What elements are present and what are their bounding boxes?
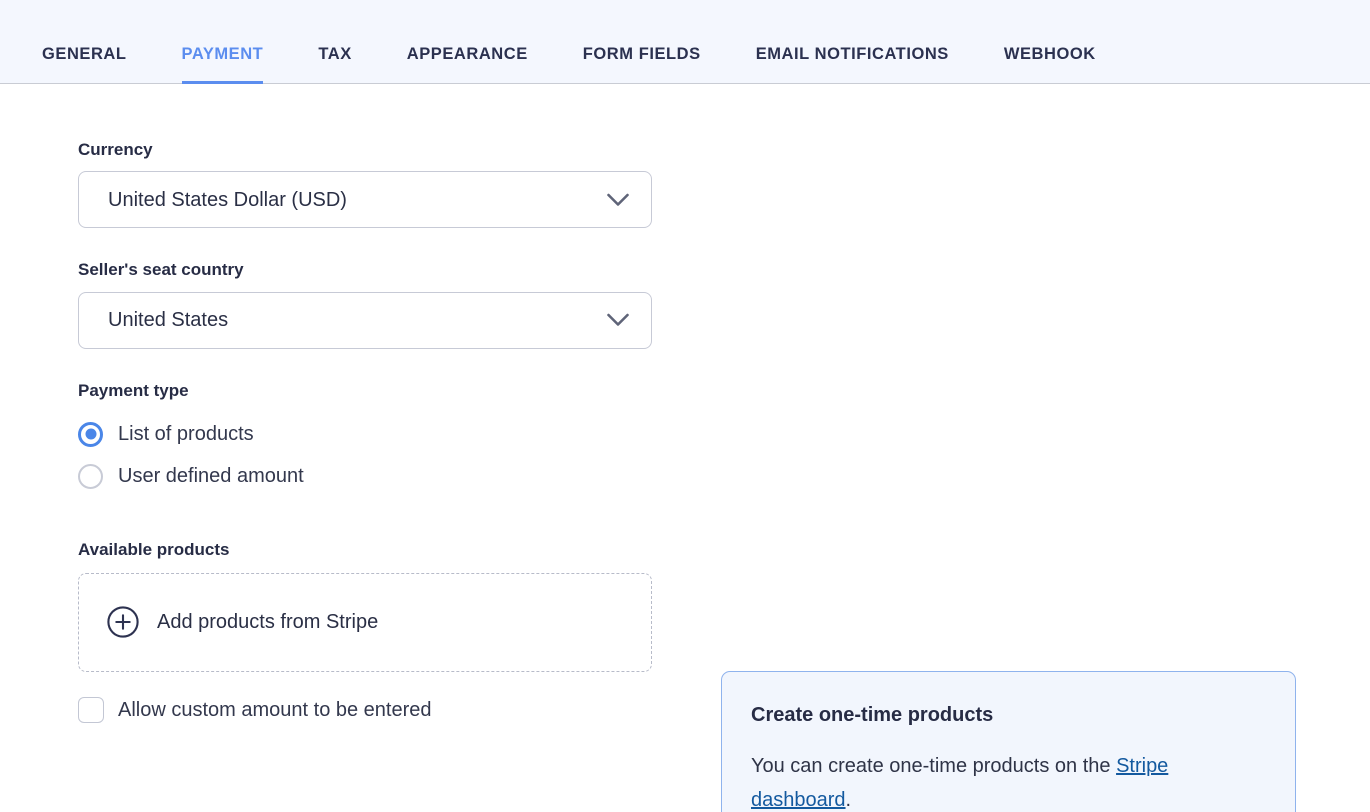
chevron-down-icon xyxy=(607,193,629,206)
settings-form-column: Currency United States Dollar (USD) Sell… xyxy=(78,140,652,723)
settings-tabbar: GENERAL PAYMENT TAX APPEARANCE FORM FIEL… xyxy=(0,0,1370,84)
seller-country-select-value: United States xyxy=(108,310,228,330)
radio-indicator-selected[interactable] xyxy=(78,422,103,447)
tab-general[interactable]: GENERAL xyxy=(42,46,127,84)
tab-appearance[interactable]: APPEARANCE xyxy=(407,46,528,84)
available-products-field: Available products Add products from Str… xyxy=(78,540,652,722)
callout-body-text-before: You can create one-time products on the xyxy=(751,755,1116,777)
currency-field: Currency United States Dollar (USD) xyxy=(78,140,652,228)
callout-title: Create one-time products xyxy=(751,703,1265,727)
create-one-time-products-callout: Create one-time products You can create … xyxy=(721,671,1296,812)
radio-label-user-defined-amount: User defined amount xyxy=(118,466,304,486)
seller-country-select[interactable]: United States xyxy=(78,292,652,349)
allow-custom-amount-checkbox[interactable] xyxy=(78,697,104,723)
payment-type-field: Payment type List of products User defin… xyxy=(78,381,652,497)
available-products-label: Available products xyxy=(78,540,652,560)
allow-custom-amount-row[interactable]: Allow custom amount to be entered xyxy=(78,697,652,723)
tab-payment[interactable]: PAYMENT xyxy=(182,46,264,84)
radio-user-defined-amount[interactable]: User defined amount xyxy=(78,455,652,497)
add-products-from-stripe-button[interactable]: Add products from Stripe xyxy=(78,573,652,672)
tab-form-fields[interactable]: FORM FIELDS xyxy=(583,46,701,84)
currency-select-value: United States Dollar (USD) xyxy=(108,190,347,210)
add-products-label: Add products from Stripe xyxy=(157,612,378,632)
currency-label: Currency xyxy=(78,140,652,160)
seller-country-label: Seller's seat country xyxy=(78,260,652,280)
callout-body-text-after: . xyxy=(846,789,852,811)
currency-select[interactable]: United States Dollar (USD) xyxy=(78,171,652,228)
payment-type-label: Payment type xyxy=(78,381,652,401)
radio-list-of-products[interactable]: List of products xyxy=(78,413,652,455)
radio-indicator-unselected[interactable] xyxy=(78,464,103,489)
tab-email-notifications[interactable]: EMAIL NOTIFICATIONS xyxy=(756,46,949,84)
tab-webhook[interactable]: WEBHOOK xyxy=(1004,46,1096,84)
callout-body: You can create one-time products on the … xyxy=(751,749,1265,812)
plus-circle-icon xyxy=(107,606,139,638)
payment-settings-panel: Currency United States Dollar (USD) Sell… xyxy=(0,84,1370,812)
tab-tax[interactable]: TAX xyxy=(318,46,351,84)
radio-label-list-of-products: List of products xyxy=(118,424,254,444)
allow-custom-amount-label: Allow custom amount to be entered xyxy=(118,700,432,720)
seller-country-field: Seller's seat country United States xyxy=(78,260,652,348)
chevron-down-icon xyxy=(607,314,629,327)
